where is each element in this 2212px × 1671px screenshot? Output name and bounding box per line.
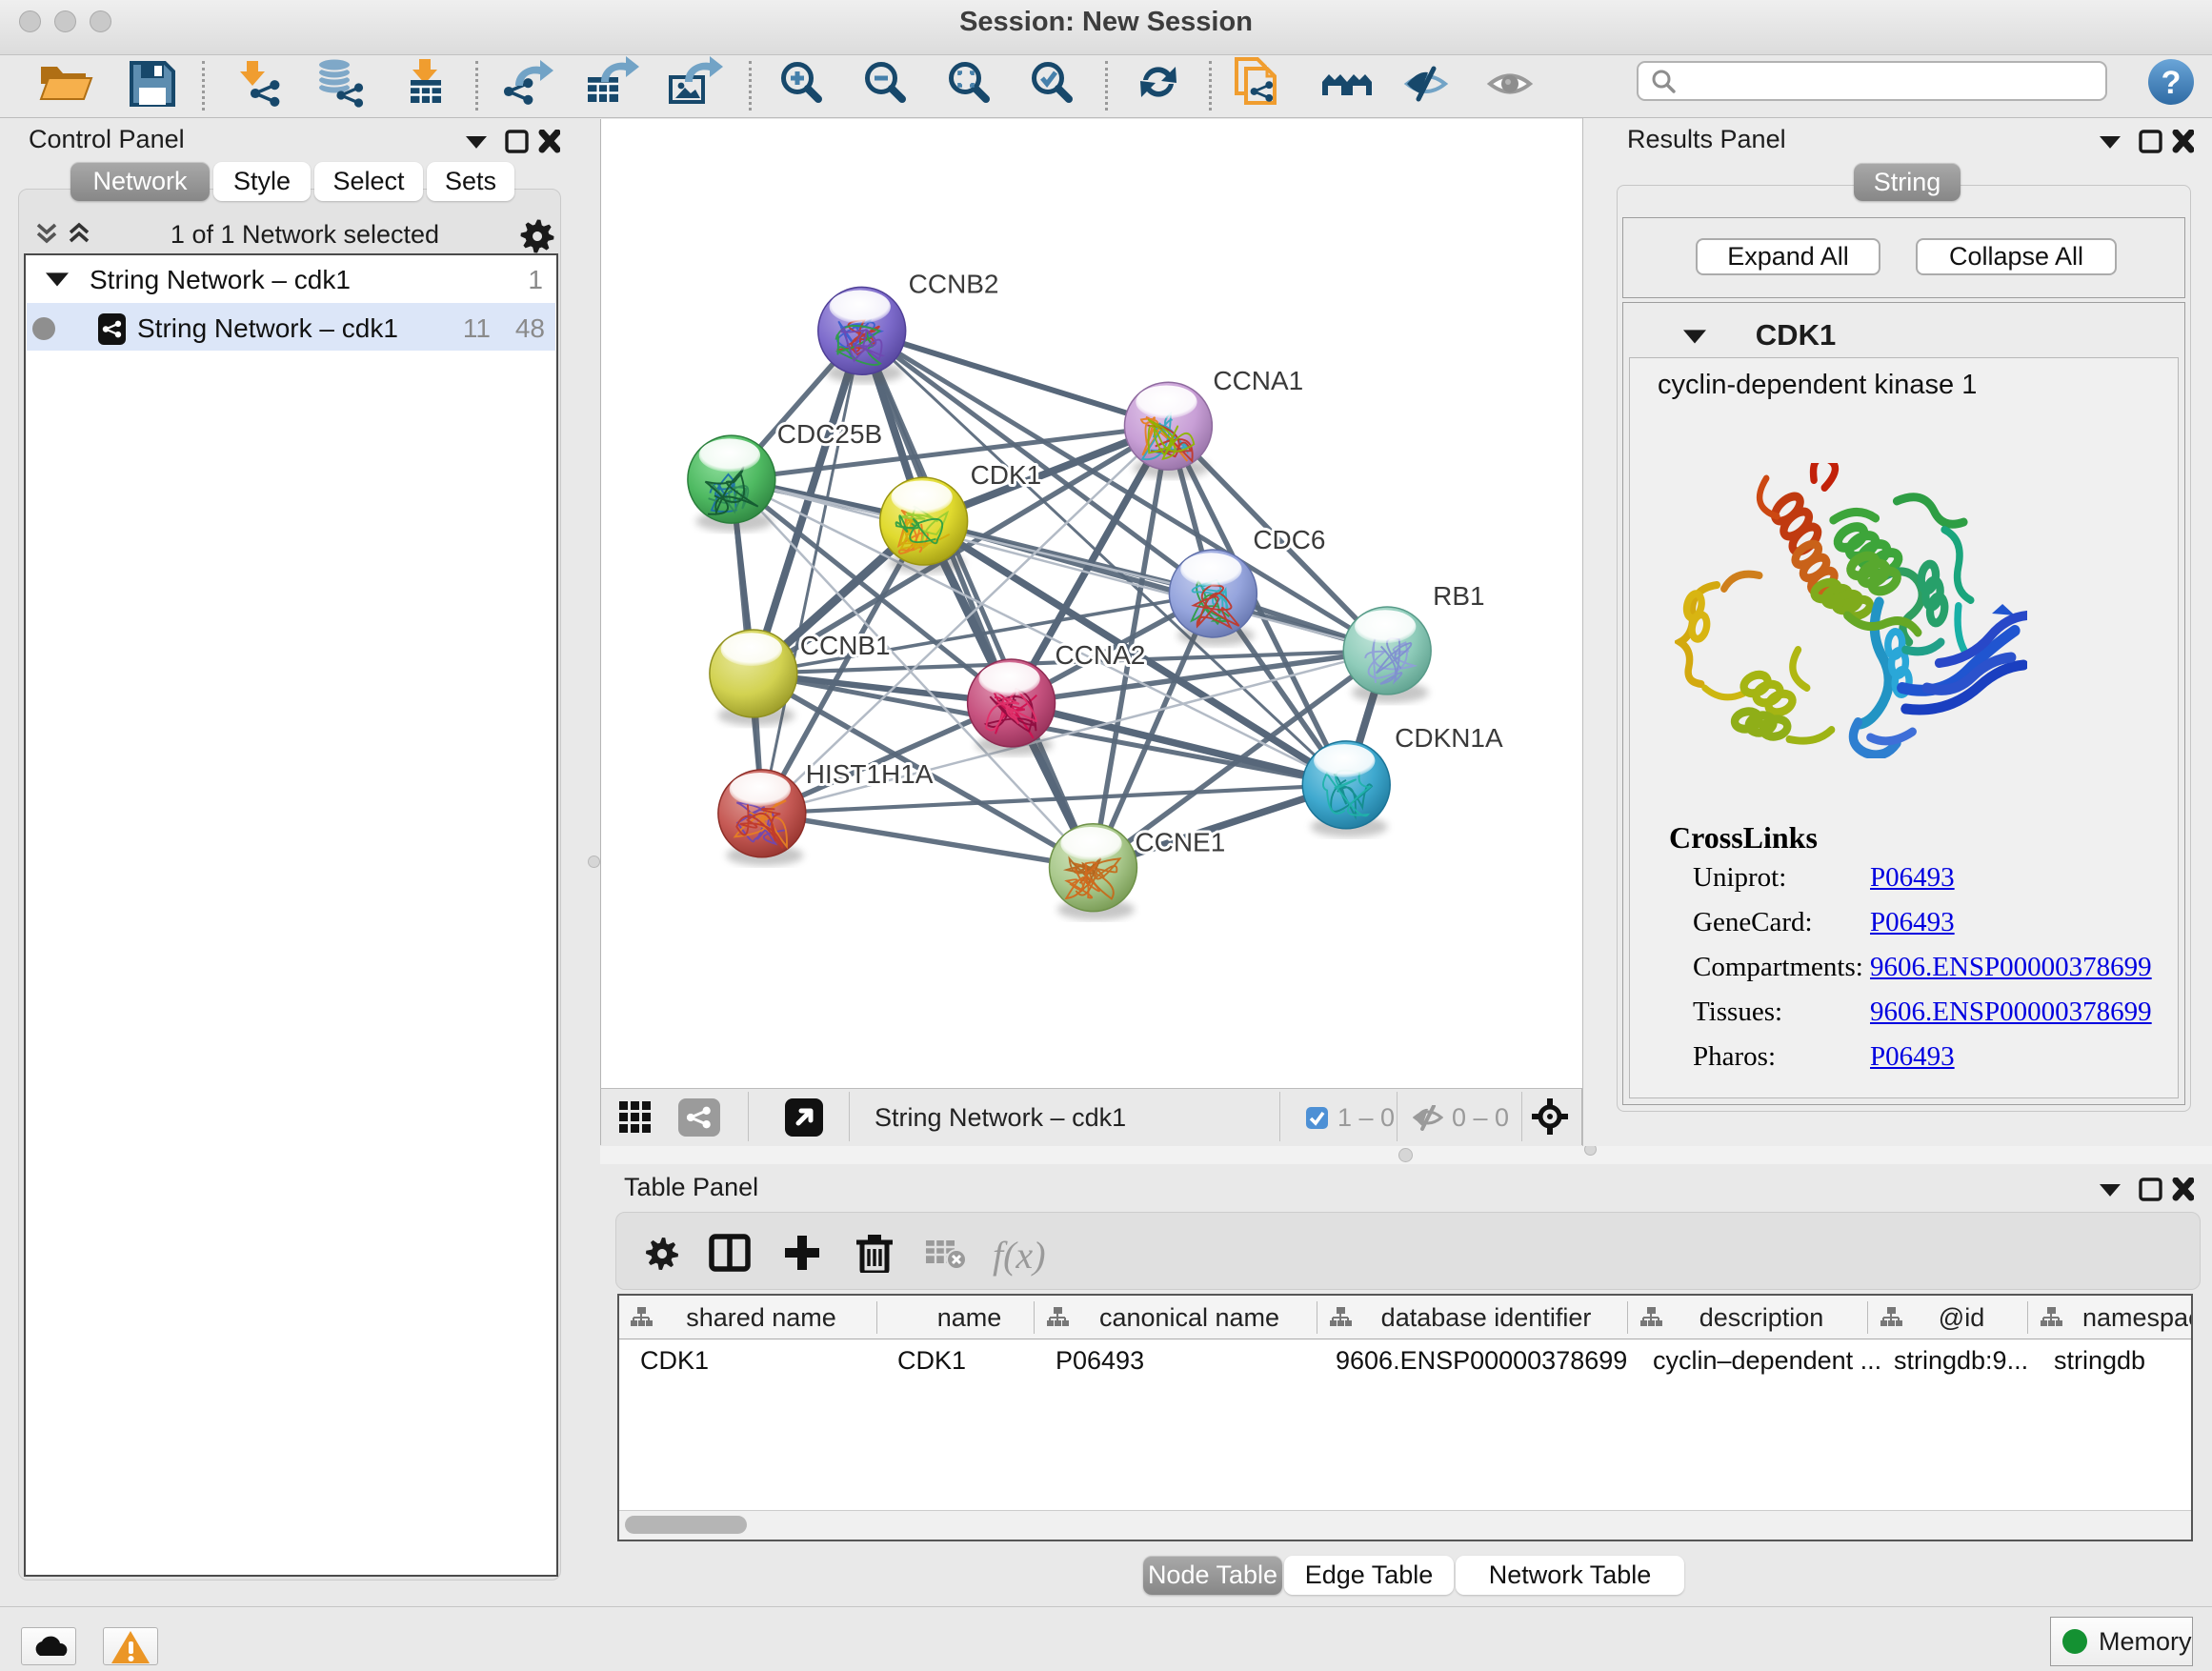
svg-text:CCNB1: CCNB1	[800, 631, 891, 660]
svg-text:CCNB2: CCNB2	[909, 269, 999, 298]
svg-text:CDC6: CDC6	[1253, 525, 1325, 554]
svg-text:RB1: RB1	[1433, 581, 1484, 611]
svg-text:CCNA1: CCNA1	[1213, 366, 1303, 395]
svg-text:CDK1: CDK1	[971, 460, 1042, 490]
svg-text:CDC25B: CDC25B	[777, 419, 882, 449]
svg-text:HIST1H1A: HIST1H1A	[806, 759, 934, 789]
svg-text:CCNA2: CCNA2	[1056, 640, 1146, 670]
svg-text:?: ?	[2162, 65, 2182, 101]
svg-text:CDKN1A: CDKN1A	[1395, 723, 1503, 753]
svg-text:CCNE1: CCNE1	[1135, 828, 1225, 857]
